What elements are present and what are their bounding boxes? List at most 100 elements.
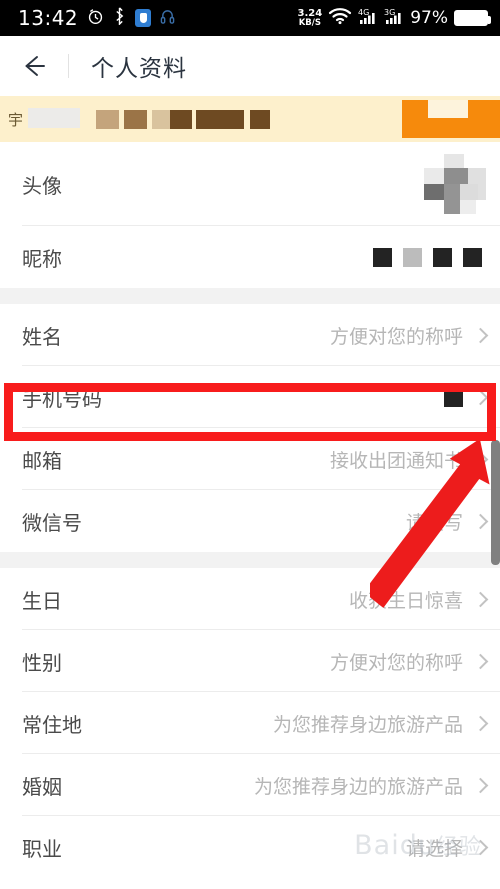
promo-mosaic-5 (170, 110, 192, 129)
row-avatar-value (424, 154, 486, 214)
contact-section: 姓名 方便对您的称呼 手机号码 邮箱 接收出团通知书 微信号 请填写 (0, 304, 500, 552)
battery-percent-label: 97% (410, 8, 448, 28)
nickname-mosaic-3 (433, 247, 452, 267)
row-wechat-id[interactable]: 微信号 请填写 (0, 490, 500, 552)
row-occupation-hint: 请选择 (405, 837, 463, 860)
nickname-mosaic-1 (373, 247, 392, 267)
row-phone-number-value (444, 387, 489, 407)
shield-icon (135, 9, 152, 27)
chevron-right-icon (472, 389, 489, 405)
nickname-mosaic-2 (403, 247, 422, 267)
personal-details-section: 生日 收获生日惊喜 性别 方便对您的称呼 常住地 为您推荐身边旅游产品 婚姻 为… (0, 568, 500, 878)
row-name-value: 方便对您的称呼 (329, 322, 489, 349)
row-birthday-value: 收获生日惊喜 (348, 586, 489, 613)
promo-mosaic-4 (152, 110, 170, 129)
app-header: 个人资料 (0, 36, 500, 96)
wifi-icon (328, 7, 352, 29)
svg-text:4G: 4G (358, 8, 369, 17)
promo-action-button[interactable] (402, 100, 500, 138)
row-gender[interactable]: 性别 方便对您的称呼 (0, 630, 500, 692)
row-marital-status-label: 婚姻 (22, 774, 62, 799)
avatar-mosaic-2 (424, 168, 444, 184)
identity-section: 头像 昵称 (0, 142, 500, 288)
status-bar-right: 3.24 KB/S 4G 3G 97% (298, 7, 491, 30)
chevron-right-icon (472, 653, 489, 669)
avatar-mosaic-6 (444, 184, 460, 214)
battery-icon (454, 10, 491, 26)
row-gender-label: 性别 (22, 650, 62, 675)
row-name[interactable]: 姓名 方便对您的称呼 (0, 304, 500, 366)
row-residence-value: 为您推荐身边旅游产品 (272, 710, 489, 737)
phone-number-mosaic (444, 387, 463, 407)
row-phone-number-label: 手机号码 (22, 386, 102, 411)
row-avatar-label: 头像 (22, 173, 62, 198)
chevron-right-icon (472, 839, 489, 855)
row-email-value: 接收出团通知书 (329, 446, 489, 473)
promo-button-mosaic (428, 100, 468, 118)
chevron-right-icon (472, 715, 489, 731)
headset-icon (160, 8, 175, 29)
row-marital-status-value: 为您推荐身边的旅游产品 (253, 772, 489, 799)
promo-mosaic-7 (250, 110, 270, 129)
row-occupation-label: 职业 (22, 836, 62, 861)
header-divider (68, 54, 69, 78)
promo-mosaic-3 (124, 110, 147, 129)
nickname-mosaic-4 (463, 247, 482, 267)
row-name-hint: 方便对您的称呼 (329, 325, 463, 348)
avatar[interactable] (424, 154, 486, 214)
row-birthday-label: 生日 (22, 588, 62, 613)
page-title: 个人资料 (91, 56, 187, 82)
row-wechat-id-hint: 请填写 (405, 511, 463, 534)
chevron-right-icon (472, 777, 489, 793)
promo-mosaic-1 (28, 108, 80, 128)
bluetooth-icon (113, 7, 126, 29)
status-bar: 13:42 3.24 KB/S 4G 3G 97% (0, 0, 500, 36)
promo-leading-char: 宇 (8, 110, 24, 129)
row-wechat-id-label: 微信号 (22, 510, 82, 535)
chevron-right-icon (472, 591, 489, 607)
row-residence-hint: 为您推荐身边旅游产品 (272, 713, 463, 736)
row-nickname-label: 昵称 (22, 246, 62, 271)
avatar-mosaic-1 (444, 154, 464, 169)
sim1-signal-icon: 4G (358, 7, 378, 30)
row-name-label: 姓名 (22, 324, 62, 349)
alarm-icon (87, 8, 104, 29)
row-marital-status-hint: 为您推荐身边的旅游产品 (253, 775, 463, 798)
section-gap-2 (0, 552, 500, 568)
vertical-scrollbar[interactable] (491, 440, 500, 565)
back-arrow-icon[interactable] (20, 53, 46, 79)
row-marital-status[interactable]: 婚姻 为您推荐身边的旅游产品 (0, 754, 500, 816)
row-residence-label: 常住地 (22, 712, 82, 737)
promo-banner[interactable]: 宇 (0, 96, 500, 142)
sim2-signal-icon: 3G (384, 7, 404, 30)
network-speed-indicator: 3.24 KB/S (298, 9, 323, 27)
row-occupation[interactable]: 职业 请选择 (0, 816, 500, 878)
row-phone-number[interactable]: 手机号码 (0, 366, 500, 428)
promo-mosaic-2 (96, 110, 119, 129)
section-gap-1 (0, 288, 500, 304)
avatar-mosaic-8 (460, 200, 476, 214)
row-birthday[interactable]: 生日 收获生日惊喜 (0, 568, 500, 630)
promo-mosaic-6 (196, 110, 244, 129)
avatar-mosaic-7 (460, 184, 478, 200)
clock-time: 13:42 (18, 6, 79, 30)
row-email-hint: 接收出团通知书 (329, 449, 463, 472)
row-occupation-value: 请选择 (405, 834, 489, 861)
row-birthday-hint: 收获生日惊喜 (348, 589, 463, 612)
svg-text:3G: 3G (384, 8, 395, 17)
chevron-right-icon (472, 451, 489, 467)
row-gender-hint: 方便对您的称呼 (329, 651, 463, 674)
row-gender-value: 方便对您的称呼 (329, 648, 489, 675)
row-nickname[interactable]: 昵称 (0, 226, 500, 288)
status-bar-left: 13:42 (18, 6, 175, 30)
chevron-right-icon (472, 513, 489, 529)
row-residence[interactable]: 常住地 为您推荐身边旅游产品 (0, 692, 500, 754)
avatar-mosaic-3 (444, 168, 468, 184)
row-nickname-value (373, 247, 482, 267)
row-wechat-id-value: 请填写 (405, 508, 489, 535)
row-avatar[interactable]: 头像 (0, 142, 500, 226)
avatar-mosaic-5 (424, 184, 444, 200)
row-email[interactable]: 邮箱 接收出团通知书 (0, 428, 500, 490)
network-speed-unit: KB/S (298, 17, 321, 28)
chevron-right-icon (472, 327, 489, 343)
